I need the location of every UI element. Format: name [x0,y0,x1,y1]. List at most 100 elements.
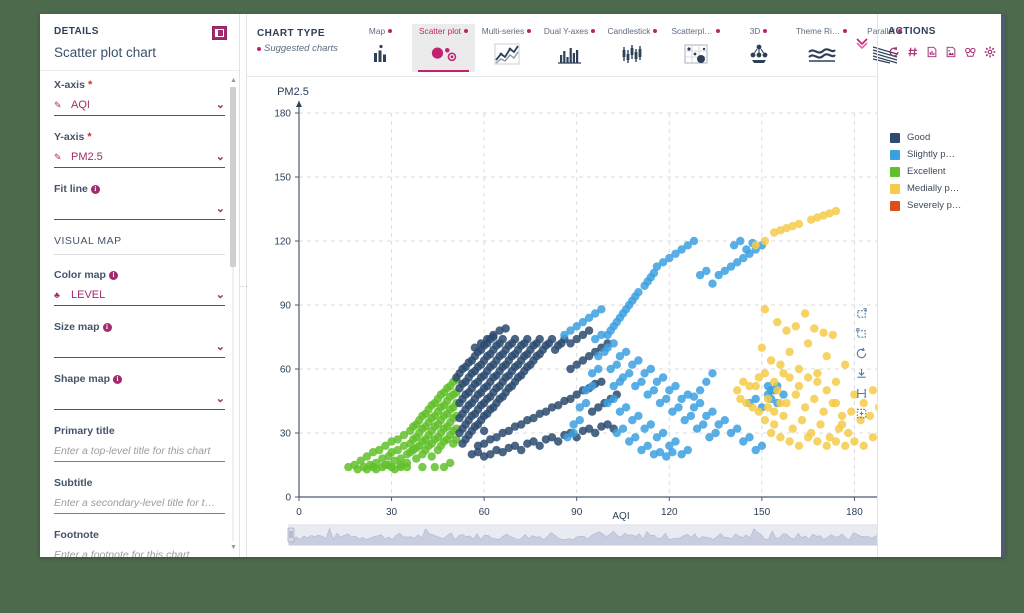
chart-type-title: CHART TYPE [257,28,349,39]
gear-settings-icon[interactable] [984,46,996,58]
info-icon[interactable]: i [113,375,122,384]
field-size-map: Size map i ⌄ [54,321,225,358]
plot-zoom-toolbar [851,305,871,421]
primary-title-input[interactable]: Enter a top-level title for this chart [54,442,225,462]
shape-map-select[interactable]: ⌄ [54,390,225,410]
chart-type-item-multi-series[interactable]: Multi-series [475,24,538,68]
series-excellent[interactable] [344,376,460,474]
plot-axis-titles: PM2.5AQI [277,86,632,542]
chart-type-item-label-text: Map [369,26,385,36]
y-axis-value: PM2.5 [71,151,216,163]
panel-collapse-glyph [215,29,224,37]
actions-icon-row [888,46,1005,58]
info-icon[interactable]: i [103,323,112,332]
app-window: DETAILS Scatter plot chart X-axis * ✎ AQ… [40,14,1005,557]
chart-type-item-label-text: 3D [750,26,761,36]
color-map-select[interactable]: ♣ LEVEL ⌄ [54,286,225,306]
plot-points[interactable] [344,162,877,473]
refresh-icon[interactable] [888,46,900,58]
data-zoom-slider[interactable]: AQI [288,511,877,545]
panel-resize-handle[interactable]: ⋮ [240,14,247,557]
size-map-select[interactable]: ⌄ [54,338,225,358]
chart-type-item-map[interactable]: Map [349,24,412,68]
svg-text:120: 120 [661,507,678,518]
field-label: Subtitle [54,477,225,489]
subtitle-input[interactable]: Enter a secondary-level title for t… [54,494,225,514]
suggested-dot-icon [653,29,657,33]
field-label-text: X-axis [54,79,85,91]
svg-text:90: 90 [280,301,292,312]
chart-area: CHART TYPE Suggested charts Map Scatter p… [247,14,877,557]
zoom-rect-icon[interactable] [851,325,871,341]
expand-icon[interactable] [851,385,871,401]
download-icon[interactable] [851,365,871,381]
visual-map-header: VISUAL MAP [54,235,225,255]
svg-text:120: 120 [274,237,291,248]
svg-text:0: 0 [296,507,302,518]
sidebar-scrollbar[interactable]: ▲ ▼ [230,77,236,551]
field-y-axis: Y-axis * ✎ PM2.5 ⌄ [54,131,225,168]
suggested-dot-icon [763,29,767,33]
field-label-text: Primary title [54,425,115,437]
scatter-plot-svg[interactable]: 03060901201501802100306090120150180PM2.5… [247,77,877,557]
scrollbar-thumb[interactable] [230,87,236,267]
chart-type-item-label: Dual Y-axes [538,26,601,36]
info-icon[interactable]: i [109,271,118,280]
grid-hash-icon[interactable] [907,46,919,58]
chart-type-item-scatterpl[interactable]: Scatterpl… [664,24,727,68]
sidebar-title: DETAILS [54,26,225,37]
fit-line-select[interactable]: ⌄ [54,200,225,220]
dual-y-axes-icon [538,40,601,68]
chevron-down-icon: ⌄ [216,100,225,111]
field-label-text: Fit line [54,183,88,195]
field-label: Size map i [54,321,225,333]
chevron-down-icon: ⌄ [216,290,225,301]
scroll-down-arrow-icon[interactable]: ▼ [230,544,236,551]
footnote-input[interactable]: Enter a footnote for this chart [54,546,225,557]
edit-pencil-icon: ✎ [54,100,65,111]
data-zoom-handle-left[interactable] [288,528,294,542]
restore-icon[interactable] [851,345,871,361]
legend-swatch-icon [890,184,900,194]
svg-text:180: 180 [846,507,863,518]
chart-type-heading: CHART TYPE Suggested charts [257,24,349,54]
chart-type-item-3d[interactable]: 3D [727,24,790,68]
color-map-value: LEVEL [71,289,216,301]
scroll-up-arrow-icon[interactable]: ▲ [230,77,236,84]
chart-type-item-label: Theme Ri… [790,26,853,36]
export-chart-file-icon[interactable] [926,46,938,58]
legend-item[interactable]: Medially p… [890,183,961,194]
suggested-dot-icon [843,29,847,33]
y-axis-select[interactable]: ✎ PM2.5 ⌄ [54,148,225,168]
chart-type-item-dual-y-axes[interactable]: Dual Y-axes [538,24,601,68]
legend-swatch-icon [890,167,900,177]
legend-item[interactable]: Excellent [890,166,961,177]
double-chevron-down-icon[interactable] [855,36,869,50]
chart-type-item-scatter-plot[interactable]: Scatter plot [412,24,475,72]
field-fit-line: Fit line i ⌄ [54,183,225,220]
details-sidebar: DETAILS Scatter plot chart X-axis * ✎ AQ… [40,14,240,557]
zoom-area-icon[interactable] [851,305,871,321]
suggested-dot-icon [388,29,392,33]
svg-text:150: 150 [274,173,291,184]
panel-collapse-icon[interactable] [212,26,227,40]
chart-type-item-theme-ri[interactable]: Theme Ri… [790,24,853,68]
legend-item[interactable]: Slightly p… [890,149,961,160]
series-good[interactable] [452,324,621,460]
actions-panel: ACTIONS GoodSlightly p…ExcellentMedially… [877,14,1005,557]
chart-type-item-label: Multi-series [475,26,538,36]
info-icon[interactable]: i [91,185,100,194]
export-image-file-icon[interactable] [945,46,957,58]
legend-item[interactable]: Severely p… [890,200,961,211]
chart-type-item-candlestick[interactable]: Candlestick [601,24,664,68]
x-axis-select[interactable]: ✎ AQI ⌄ [54,96,225,116]
svg-text:90: 90 [571,507,583,518]
select-region-icon[interactable] [851,405,871,421]
suggested-dot-icon [591,29,595,33]
field-shape-map: Shape map i ⌄ [54,373,225,410]
legend-item[interactable]: Good [890,132,961,143]
scatter-matrix-icon [664,40,727,68]
puzzle-extension-icon[interactable] [964,46,977,58]
suggested-dot-icon [716,29,720,33]
field-label-text: Y-axis [54,131,84,143]
